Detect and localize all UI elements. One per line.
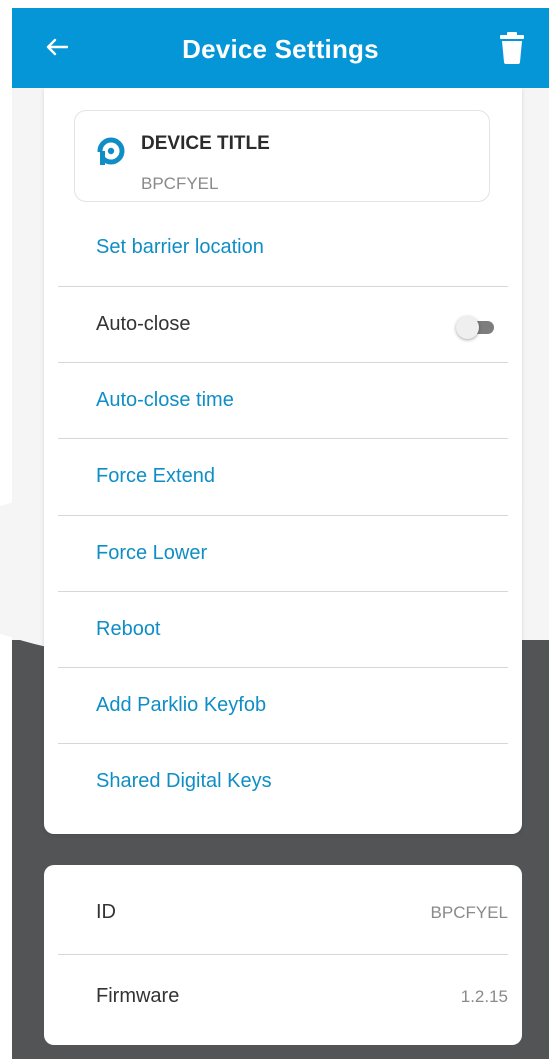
- force-extend-item[interactable]: Force Extend: [58, 439, 508, 515]
- device-settings-screen: Device Settings DEVICE TITLE BPCFYEL Set…: [0, 0, 549, 1059]
- auto-close-label: Auto-close: [96, 313, 191, 335]
- trash-icon: [500, 32, 524, 64]
- info-row-firmware: Firmware 1.2.15: [58, 955, 508, 1035]
- firmware-value: 1.2.15: [460, 987, 508, 1006]
- device-title-heading: DEVICE TITLE: [141, 133, 270, 154]
- auto-close-item: Auto-close: [58, 287, 508, 363]
- info-row-id: ID BPCFYEL: [58, 871, 508, 951]
- shared-digital-keys-item[interactable]: Shared Digital Keys: [58, 744, 508, 820]
- reboot-label: Reboot: [96, 618, 161, 640]
- device-title-value: BPCFYEL: [141, 174, 219, 193]
- page-title: Device Settings: [182, 34, 379, 64]
- delete-button[interactable]: [489, 24, 535, 72]
- settings-card: DEVICE TITLE BPCFYEL Set barrier locatio…: [44, 88, 522, 834]
- firmware-label: Firmware: [96, 985, 180, 1007]
- app-bar: Device Settings: [12, 8, 549, 88]
- toggle-knob: [456, 316, 479, 339]
- shared-digital-keys-label: Shared Digital Keys: [96, 770, 272, 792]
- auto-close-time-item[interactable]: Auto-close time: [58, 363, 508, 439]
- device-title-box[interactable]: DEVICE TITLE BPCFYEL: [74, 110, 490, 202]
- add-keyfob-item[interactable]: Add Parklio Keyfob: [58, 668, 508, 744]
- force-extend-label: Force Extend: [96, 465, 215, 487]
- device-info-card: ID BPCFYEL Firmware 1.2.15: [44, 865, 522, 1045]
- auto-close-time-label: Auto-close time: [96, 389, 234, 411]
- reboot-item[interactable]: Reboot: [58, 592, 508, 668]
- force-lower-item[interactable]: Force Lower: [58, 516, 508, 592]
- force-lower-label: Force Lower: [96, 542, 208, 564]
- set-barrier-location-item[interactable]: Set barrier location: [58, 210, 508, 286]
- auto-close-toggle[interactable]: [456, 316, 494, 339]
- id-value: BPCFYEL: [430, 903, 508, 922]
- set-barrier-location-label: Set barrier location: [96, 236, 264, 258]
- parklio-logo-icon: [97, 137, 125, 165]
- id-label: ID: [96, 901, 116, 923]
- add-keyfob-label: Add Parklio Keyfob: [96, 694, 267, 716]
